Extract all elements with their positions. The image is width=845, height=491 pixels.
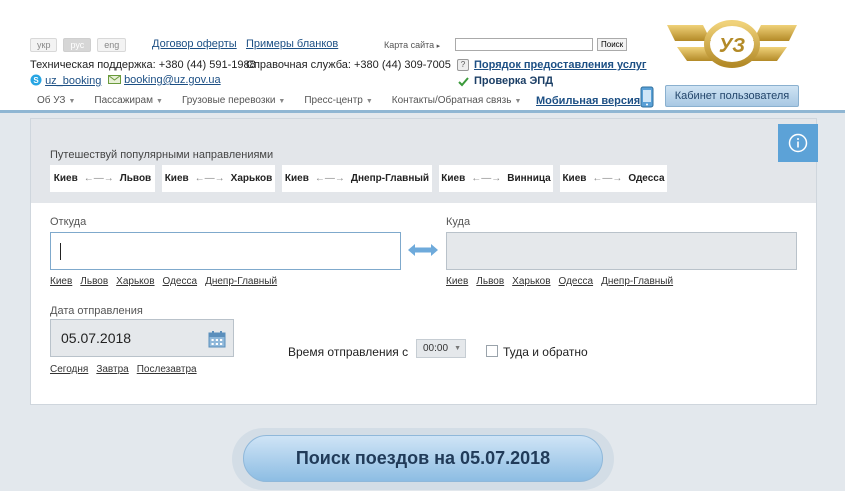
quick-city-from[interactable]: Львов (80, 276, 108, 287)
double-arrow-icon: ←—→ (83, 173, 114, 184)
search-button-wrapper: Поиск поездов на 05.07.2018 (232, 428, 614, 490)
date-tomorrow-link[interactable]: Завтра (96, 364, 128, 375)
quick-city-to[interactable]: Львов (476, 276, 504, 287)
main-menu: Об УЗ ▼ Пассажирам ▼ Грузовые перевозки ▼ Прес… (37, 94, 540, 106)
checkmark-icon (458, 77, 469, 87)
lang-eng[interactable]: eng (97, 38, 127, 52)
menu-press[interactable]: Пресс-центр ▼ (304, 95, 372, 106)
site-search-input[interactable] (455, 38, 593, 51)
search-trains-button[interactable]: Поиск поездов на 05.07.2018 (243, 435, 603, 482)
offer-link[interactable]: Договор оферты (152, 38, 237, 50)
time-label: Время отправления с (288, 345, 409, 359)
to-label: Куда (446, 216, 471, 228)
skype-contact[interactable]: S uz_booking (30, 74, 101, 87)
mobile-version-link[interactable]: Мобильная версия (536, 95, 640, 107)
popular-route-kiev-dnipro[interactable]: Киев ←—→ Днепр-Главный (282, 165, 432, 192)
from-station-input[interactable] (50, 232, 401, 270)
uz-logo[interactable]: УЗ (665, 15, 799, 75)
info-icon (788, 133, 808, 153)
question-icon: ? (457, 59, 469, 71)
departure-date-value: 05.07.2018 (61, 330, 132, 346)
skype-icon: S (30, 74, 42, 86)
quick-city-to[interactable]: Харьков (512, 276, 550, 287)
to-quick-cities: Киев Львов Харьков Одесса Днепр-Главный (446, 276, 681, 287)
site-search-button[interactable]: Поиск (597, 38, 628, 51)
departure-date-input[interactable]: 05.07.2018 (50, 319, 234, 357)
double-arrow-icon: ←—→ (592, 173, 623, 184)
date-today-link[interactable]: Сегодня (50, 364, 88, 375)
calendar-icon[interactable] (208, 330, 226, 348)
lang-ukr[interactable]: укр (30, 38, 58, 52)
double-arrow-icon: ←—→ (194, 173, 225, 184)
menu-about[interactable]: Об УЗ ▼ (37, 95, 75, 106)
quick-city-from[interactable]: Днепр-Главный (205, 276, 277, 287)
double-arrow-icon: ←—→ (471, 173, 502, 184)
samples-link[interactable]: Примеры бланков (246, 38, 338, 50)
departure-time-select[interactable]: 00:00 ▼ (416, 339, 466, 358)
menu-cargo[interactable]: Грузовые перевозки ▼ (182, 95, 285, 106)
popular-route-kiev-odesa[interactable]: Киев ←—→ Одесса (560, 165, 667, 192)
sitemap-link[interactable]: Карта сайта ▸ (384, 40, 440, 50)
popular-route-kiev-lviv[interactable]: Киев ←—→ Львов (50, 165, 155, 192)
from-label: Откуда (50, 216, 87, 228)
mobile-phone-icon[interactable] (640, 86, 654, 108)
quick-city-from[interactable]: Киев (50, 276, 72, 287)
info-button[interactable] (778, 124, 818, 162)
swap-stations-icon[interactable] (407, 243, 439, 257)
quick-city-from[interactable]: Харьков (116, 276, 154, 287)
epd-link[interactable]: Проверка ЭПД (474, 75, 553, 87)
date-shortcuts: Сегодня Завтра Послезавтра (50, 364, 205, 375)
svg-text:S: S (33, 76, 39, 85)
quick-city-to[interactable]: Киев (446, 276, 468, 287)
menu-passengers[interactable]: Пассажирам ▼ (94, 95, 163, 106)
date-after-tomorrow-link[interactable]: Послезавтра (137, 364, 197, 375)
from-quick-cities: Киев Львов Харьков Одесса Днепр-Главный (50, 276, 285, 287)
email-contact[interactable]: booking@uz.gov.ua (108, 74, 221, 86)
menu-contacts[interactable]: Контакты/Обратная связь ▼ (392, 95, 522, 106)
quick-city-from[interactable]: Одесса (163, 276, 198, 287)
help-service: Справочная служба: +380 (44) 309-7005 (246, 59, 451, 71)
roundtrip-checkbox[interactable] (486, 345, 498, 357)
email-icon (108, 75, 121, 84)
svg-text:УЗ: УЗ (719, 35, 745, 57)
roundtrip-label[interactable]: Туда и обратно (503, 345, 588, 359)
popular-route-kiev-kharkiv[interactable]: Киев ←—→ Харьков (162, 165, 275, 192)
chevron-down-icon: ▼ (454, 345, 461, 352)
lang-rus[interactable]: рус (63, 38, 92, 52)
site-header: укр рус eng Договор оферты Примеры бланков… (0, 0, 845, 113)
user-cabinet-button[interactable]: Кабинет пользователя (665, 85, 799, 107)
search-form-panel: Путешествуй популярными направлениями Ки… (30, 118, 818, 405)
double-arrow-icon: ←—→ (314, 173, 345, 184)
popular-route-kiev-vinnytsia[interactable]: Киев ←—→ Винница (439, 165, 553, 192)
language-switcher: укр рус eng (30, 38, 132, 52)
quick-city-to[interactable]: Одесса (559, 276, 594, 287)
quick-city-to[interactable]: Днепр-Главный (601, 276, 673, 287)
date-label: Дата отправления (50, 305, 143, 317)
tech-support: Техническая поддержка: +380 (44) 591-198… (30, 59, 256, 71)
services-link[interactable]: Порядок предоставления услуг (474, 59, 647, 71)
popular-routes-title: Путешествуй популярными направлениями (50, 149, 274, 161)
text-caret (60, 243, 61, 260)
to-station-input[interactable] (446, 232, 797, 270)
